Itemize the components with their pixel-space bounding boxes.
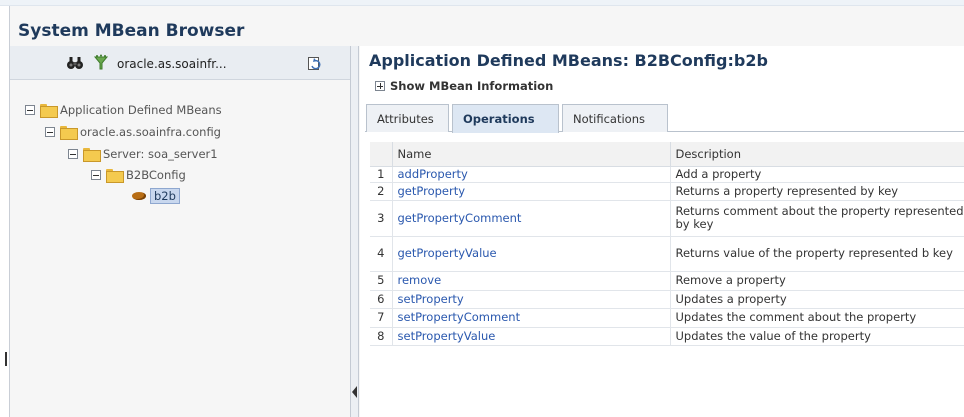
- table-row[interactable]: 6 setProperty Updates a property: [370, 290, 964, 309]
- operation-link[interactable]: getProperty: [398, 184, 466, 198]
- operation-description: Updates the value of the property: [670, 327, 964, 346]
- operation-link[interactable]: setPropertyValue: [398, 329, 496, 343]
- folder-icon: [106, 169, 124, 183]
- operation-link[interactable]: getPropertyValue: [398, 246, 497, 260]
- table-row[interactable]: 5 remove Remove a property: [370, 271, 964, 291]
- expand-icon[interactable]: [375, 81, 385, 91]
- tab-attributes[interactable]: Attributes: [366, 104, 449, 132]
- tab-label: Operations: [463, 112, 535, 126]
- table-row[interactable]: 4 getPropertyValue Returns value of the …: [370, 236, 964, 272]
- row-number: 5: [370, 271, 393, 291]
- row-number: 8: [370, 327, 393, 346]
- show-mbean-info-label: Show MBean Information: [390, 79, 554, 93]
- row-number: 6: [370, 290, 393, 309]
- operation-description: Returns value of the property represente…: [670, 236, 964, 272]
- folder-icon: [40, 104, 58, 118]
- operation-link[interactable]: remove: [398, 273, 442, 287]
- table-header-row: Name Description: [370, 142, 964, 167]
- folder-icon: [60, 126, 78, 140]
- operation-link[interactable]: getPropertyComment: [398, 211, 522, 225]
- operation-link[interactable]: setPropertyComment: [398, 310, 521, 324]
- collapse-icon[interactable]: [68, 149, 78, 159]
- tree-node-b2bconfig[interactable]: B2BConfig: [91, 166, 186, 184]
- table-row[interactable]: 1 addProperty Add a property: [370, 166, 964, 183]
- collapse-panel-icon[interactable]: [352, 386, 357, 398]
- binoculars-icon[interactable]: [66, 54, 84, 72]
- tab-label: Notifications: [573, 111, 645, 126]
- tree-node-b2b[interactable]: b2b: [132, 187, 180, 205]
- tree-node-oracle-as-soainfra-config[interactable]: oracle.as.soainfra.config: [45, 123, 221, 141]
- table-row[interactable]: 2 getProperty Returns a property represe…: [370, 182, 964, 201]
- collapse-icon[interactable]: [45, 127, 55, 137]
- tree-node-server-soa-server1[interactable]: Server: soa_server1: [68, 145, 218, 163]
- tab-label: Attributes: [377, 111, 434, 126]
- row-number: 2: [370, 182, 393, 201]
- operations-table: Name Description 1 addProperty Add a pro…: [370, 142, 964, 346]
- tree-node-application-defined-mbeans[interactable]: Application Defined MBeans: [25, 101, 222, 119]
- operation-description: Returns a property represented by key: [670, 182, 964, 201]
- tree-node-label-selected: b2b: [150, 188, 180, 204]
- row-number: 3: [370, 200, 393, 237]
- tab-notifications[interactable]: Notifications: [562, 104, 668, 132]
- refresh-icon[interactable]: [306, 54, 324, 72]
- operation-description: Updates the comment about the property: [670, 308, 964, 328]
- tree-node-label: oracle.as.soainfra.config: [80, 125, 221, 139]
- tree-node-label: Application Defined MBeans: [60, 103, 222, 117]
- column-header-description[interactable]: Description: [670, 142, 964, 167]
- operation-description: Updates a property: [670, 290, 964, 309]
- tree-node-label: Server: soa_server1: [103, 147, 218, 161]
- page-title: Application Defined MBeans: B2BConfig:b2…: [369, 51, 768, 70]
- bean-icon: [132, 192, 146, 200]
- column-header-index: [370, 142, 393, 167]
- folder-icon: [83, 148, 101, 162]
- operation-link[interactable]: addProperty: [398, 167, 468, 181]
- toolbar-path-text: oracle.as.soainfr...: [117, 57, 227, 71]
- column-header-name[interactable]: Name: [392, 142, 671, 167]
- row-number: 4: [370, 236, 393, 272]
- operation-description: Returns comment about the property repre…: [670, 200, 964, 237]
- table-row[interactable]: 7 setPropertyComment Updates the comment…: [370, 308, 964, 328]
- left-edge-handle[interactable]: [5, 352, 7, 366]
- filter-icon[interactable]: [92, 54, 110, 72]
- operation-description: Remove a property: [670, 271, 964, 291]
- tree-node-label: B2BConfig: [126, 168, 186, 182]
- collapse-icon[interactable]: [25, 105, 35, 115]
- table-row[interactable]: 8 setPropertyValue Updates the value of …: [370, 327, 964, 346]
- panel-splitter[interactable]: [350, 46, 359, 417]
- table-row[interactable]: 3 getPropertyComment Returns comment abo…: [370, 200, 964, 237]
- app-title: System MBean Browser: [18, 21, 245, 41]
- tab-operations[interactable]: Operations: [452, 104, 559, 133]
- operation-link[interactable]: setProperty: [398, 292, 464, 306]
- show-mbean-info-toggle[interactable]: Show MBean Information: [375, 79, 553, 93]
- collapse-icon[interactable]: [91, 170, 101, 180]
- row-number: 1: [370, 166, 393, 183]
- row-number: 7: [370, 308, 393, 328]
- operation-description: Add a property: [670, 166, 964, 183]
